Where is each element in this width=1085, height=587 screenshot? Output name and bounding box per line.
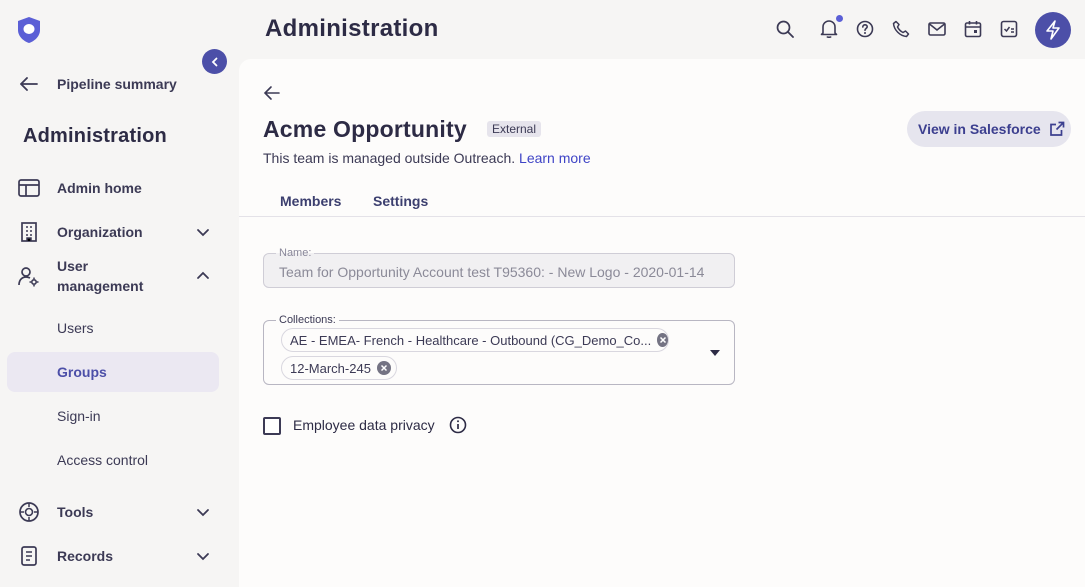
bolt-button[interactable] xyxy=(1035,12,1071,48)
page-title: Administration xyxy=(265,15,439,42)
search-icon[interactable] xyxy=(775,19,795,39)
building-icon xyxy=(18,221,40,243)
name-field-label: Name: xyxy=(276,247,315,259)
sidebar-subitem-label: Groups xyxy=(57,364,107,380)
collections-field[interactable]: Collections: AE - EMEA- French - Healthc… xyxy=(263,314,735,385)
help-icon[interactable] xyxy=(855,19,875,39)
label-line-2: management xyxy=(57,278,144,294)
view-in-salesforce-button[interactable]: View in Salesforce xyxy=(907,111,1071,147)
main-panel: Acme Opportunity External This team is m… xyxy=(239,59,1085,587)
collection-chip: AE - EMEA- French - Healthcare - Outboun… xyxy=(281,328,669,352)
pipeline-summary-back-link[interactable]: Pipeline summary xyxy=(20,72,177,96)
sidebar-subitem-sign-in[interactable]: Sign-in xyxy=(57,408,101,424)
collections-field-label: Collections: xyxy=(276,314,339,326)
managed-text: This team is managed outside Outreach. xyxy=(263,150,516,166)
chevron-down-icon xyxy=(197,229,209,237)
user-gear-icon xyxy=(18,265,40,287)
name-field-value: Team for Opportunity Account test T95360… xyxy=(279,264,705,280)
collection-chip-label: 12-March-245 xyxy=(290,360,371,376)
sidebar-item-tools[interactable]: Tools xyxy=(0,501,239,523)
learn-more-link[interactable]: Learn more xyxy=(519,150,591,166)
back-link-label: Pipeline summary xyxy=(57,76,177,92)
chevron-up-icon xyxy=(197,271,209,279)
name-field: Name: Team for Opportunity Account test … xyxy=(263,247,735,288)
notification-dot xyxy=(836,15,843,22)
back-arrow-icon[interactable] xyxy=(263,84,281,102)
sidebar-item-label: Records xyxy=(57,548,114,564)
layout-icon xyxy=(18,177,40,199)
sidebar-item-records[interactable]: Records xyxy=(0,545,239,567)
sidebar-item-admin-home[interactable]: Admin home xyxy=(0,177,239,199)
mail-icon[interactable] xyxy=(927,19,947,39)
sidebar-subitem-groups[interactable]: Groups xyxy=(7,352,219,392)
tab-settings[interactable]: Settings xyxy=(373,193,428,209)
chevron-down-icon xyxy=(197,509,209,517)
bolt-icon xyxy=(1046,20,1060,40)
records-icon xyxy=(18,545,40,567)
team-title: Acme Opportunity xyxy=(263,116,467,142)
employee-data-privacy-checkbox[interactable] xyxy=(263,417,281,435)
chevron-down-icon xyxy=(197,553,209,561)
remove-chip-icon[interactable] xyxy=(376,361,391,375)
info-icon[interactable] xyxy=(449,416,467,434)
tab-members[interactable]: Members xyxy=(280,193,341,209)
external-badge: External xyxy=(487,121,542,137)
employee-data-privacy-label: Employee data privacy xyxy=(293,417,435,433)
sidebar-subitem-access-control[interactable]: Access control xyxy=(57,452,148,468)
sidebar-item-label: Organization xyxy=(57,224,143,240)
tools-icon xyxy=(18,501,40,523)
bell-icon[interactable] xyxy=(819,19,839,39)
arrow-left-icon xyxy=(20,77,38,91)
dropdown-caret-icon[interactable] xyxy=(709,349,721,357)
outreach-logo-icon[interactable] xyxy=(16,16,42,44)
sidebar-item-user-management[interactable]: User management xyxy=(0,256,239,296)
sidebar-item-organization[interactable]: Organization xyxy=(0,221,239,243)
sidebar: Pipeline summary Administration Admin ho… xyxy=(0,0,239,587)
collapse-sidebar-button[interactable] xyxy=(202,49,227,74)
external-link-icon xyxy=(1049,121,1065,136)
collection-chip-label: AE - EMEA- French - Healthcare - Outboun… xyxy=(290,332,652,348)
phone-icon[interactable] xyxy=(891,19,911,39)
sidebar-item-label: Tools xyxy=(57,504,94,520)
sidebar-subitem-users[interactable]: Users xyxy=(57,320,94,336)
tab-bar: Members Settings xyxy=(239,184,1085,217)
salesforce-button-label: View in Salesforce xyxy=(918,121,1041,137)
calendar-icon[interactable] xyxy=(963,19,983,39)
sidebar-item-label: User management xyxy=(57,256,143,296)
chevron-left-icon xyxy=(211,57,217,66)
managed-notice: This team is managed outside Outreach. L… xyxy=(263,150,591,166)
label-line-1: User xyxy=(57,258,89,274)
sidebar-title: Administration xyxy=(23,125,167,147)
collection-chip: 12-March-245 xyxy=(281,356,397,380)
sidebar-item-label: Admin home xyxy=(57,180,142,196)
remove-chip-icon[interactable] xyxy=(657,333,668,347)
tasks-icon[interactable] xyxy=(999,19,1019,39)
